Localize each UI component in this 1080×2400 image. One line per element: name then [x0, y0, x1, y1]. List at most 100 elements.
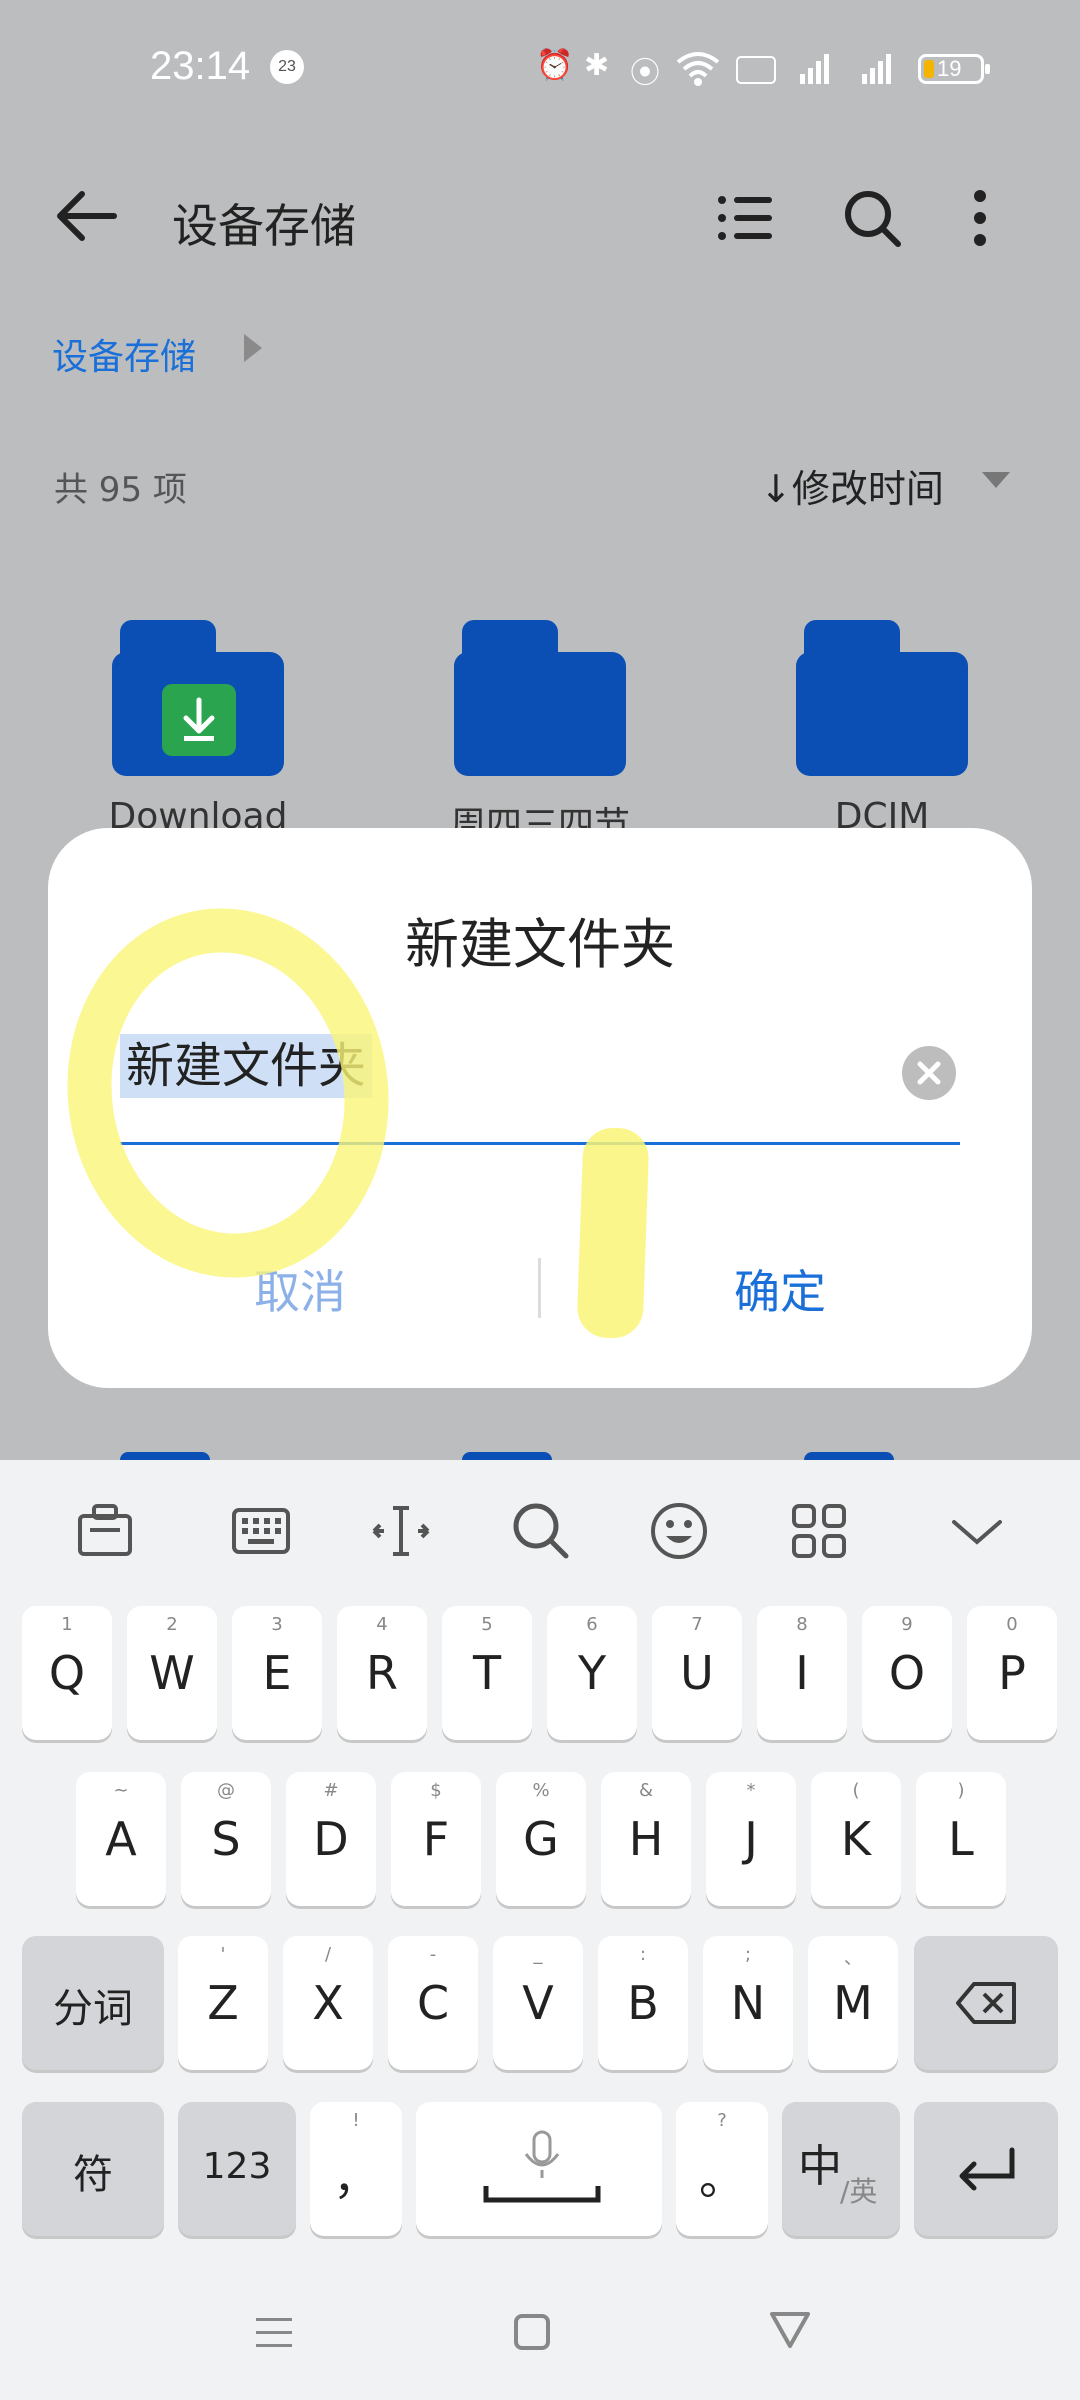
keyboard-icon[interactable] — [226, 1496, 296, 1566]
key-hint: 6 — [586, 1614, 598, 1635]
key-label: C — [416, 1976, 450, 2030]
key-o[interactable]: 9O — [862, 1606, 952, 1740]
key-hint: $ — [430, 1780, 442, 1801]
folder-item[interactable] — [454, 620, 626, 776]
home-nav-icon[interactable] — [502, 2302, 562, 2362]
numbers-key[interactable]: 123 — [178, 2102, 296, 2236]
cursor-move-icon[interactable] — [366, 1496, 436, 1566]
emoji-icon[interactable] — [644, 1496, 714, 1566]
key-hint: _ — [533, 1944, 543, 1965]
comma-key[interactable]: ! ， — [310, 2102, 402, 2236]
key-a[interactable]: ~ A — [76, 1772, 166, 1906]
key-label: B — [627, 1976, 659, 2030]
battery-level: 19 — [937, 56, 962, 81]
folder-label: Download — [108, 796, 288, 830]
key-j[interactable]: * J — [706, 1772, 796, 1906]
keyboard — [0, 1460, 1080, 2400]
key-hint: ( — [852, 1780, 860, 1801]
folder-dcim[interactable] — [796, 620, 968, 776]
key-y[interactable]: 6Y — [547, 1606, 637, 1740]
notification-badge: 23 — [270, 50, 304, 84]
key-k[interactable]: (K — [811, 1772, 901, 1906]
key-label: E — [262, 1646, 292, 1700]
clipboard-icon[interactable] — [70, 1496, 140, 1566]
enter-icon — [959, 2147, 1015, 2191]
folder-download[interactable] — [112, 620, 284, 776]
key-e[interactable]: 3E — [232, 1606, 322, 1740]
key-z[interactable]: ' Z — [178, 1936, 268, 2070]
key-f[interactable]: $ F — [391, 1772, 481, 1906]
list-view-icon[interactable] — [712, 186, 782, 250]
space-key[interactable] — [416, 2102, 662, 2236]
search-icon[interactable] — [506, 1496, 576, 1566]
key-l[interactable]: ) L — [916, 1772, 1006, 1906]
key-w[interactable]: 2W — [127, 1606, 217, 1740]
key-c[interactable]: -C — [388, 1936, 478, 2070]
enter-key[interactable] — [914, 2102, 1058, 2236]
period-key[interactable]: ? 。 — [676, 2102, 768, 2236]
key-m[interactable]: 、 M — [808, 1936, 898, 2070]
apps-grid-icon[interactable] — [784, 1496, 854, 1566]
key-i[interactable]: 8I — [757, 1606, 847, 1740]
menu-nav-icon[interactable] — [244, 2302, 304, 2362]
close-icon — [917, 1061, 941, 1085]
key-label: A — [105, 1812, 137, 1866]
microphone-icon — [483, 2130, 601, 2203]
key-label: L — [948, 1812, 974, 1866]
backspace-key[interactable] — [914, 1936, 1058, 2070]
symbols-key[interactable]: 符 — [22, 2102, 164, 2236]
key-hint: : — [639, 1944, 647, 1965]
key-p[interactable]: 0P — [967, 1606, 1057, 1740]
key-hint: - — [429, 1944, 437, 1965]
key-q[interactable]: 1Q — [22, 1606, 112, 1740]
key-r[interactable]: 4R — [337, 1606, 427, 1740]
key-label: Q — [48, 1646, 86, 1700]
key-label: U — [680, 1646, 714, 1700]
key-b[interactable]: :B — [598, 1936, 688, 2070]
confirm-button[interactable]: 确定 — [630, 1256, 930, 1322]
wifi-icon — [676, 48, 720, 88]
sort-caret-icon[interactable] — [982, 472, 1010, 488]
key-label: G — [523, 1812, 559, 1866]
search-icon[interactable] — [838, 186, 908, 250]
key-hint: % — [532, 1780, 550, 1801]
language-switch-key[interactable]: 中 /英 — [782, 2102, 900, 2236]
key-label: V — [522, 1976, 554, 2030]
key-hint: & — [638, 1780, 654, 1801]
back-nav-icon[interactable] — [760, 2302, 820, 2362]
key-hint: ; — [744, 1944, 752, 1965]
highlight-stroke-mark — [576, 1126, 650, 1340]
key-label: F — [422, 1812, 450, 1866]
key-h[interactable]: & H — [601, 1772, 691, 1906]
key-label: O — [888, 1646, 926, 1700]
key-label: N — [730, 1976, 766, 2030]
signal-4g-icon — [796, 48, 836, 88]
back-arrow-icon[interactable] — [52, 186, 122, 246]
fenci-key[interactable]: 分词 — [22, 1936, 164, 2070]
key-hint: 8 — [796, 1614, 808, 1635]
key-g[interactable]: % G — [496, 1772, 586, 1906]
key-label: M — [833, 1976, 873, 2030]
chevron-down-icon[interactable] — [942, 1496, 1012, 1566]
key-d[interactable]: # D — [286, 1772, 376, 1906]
key-n[interactable]: ; N — [703, 1936, 793, 2070]
more-options-icon[interactable] — [960, 186, 1000, 250]
key-hint: * — [746, 1780, 756, 1801]
key-u[interactable]: 7U — [652, 1606, 742, 1740]
signal-5g-icon — [858, 48, 898, 88]
key-label: R — [366, 1646, 398, 1700]
key-t[interactable]: 5T — [442, 1606, 532, 1740]
folder-label: 周四三四节 — [449, 805, 630, 830]
battery-icon: 19 — [918, 54, 990, 84]
key-v[interactable]: _ V — [493, 1936, 583, 2070]
key-label: I — [795, 1646, 809, 1700]
clear-input-button[interactable] — [902, 1046, 956, 1100]
key-hint: 0 — [1006, 1614, 1018, 1635]
key-s[interactable]: @ S — [181, 1772, 271, 1906]
sort-button[interactable]: ↓修改时间 — [760, 458, 944, 513]
breadcrumb[interactable]: 设备存储 — [52, 328, 196, 380]
key-x[interactable]: / X — [283, 1936, 373, 2070]
folder-label: DCIM — [834, 796, 930, 830]
hd-icon — [736, 56, 776, 84]
backspace-icon — [956, 1982, 1016, 2024]
